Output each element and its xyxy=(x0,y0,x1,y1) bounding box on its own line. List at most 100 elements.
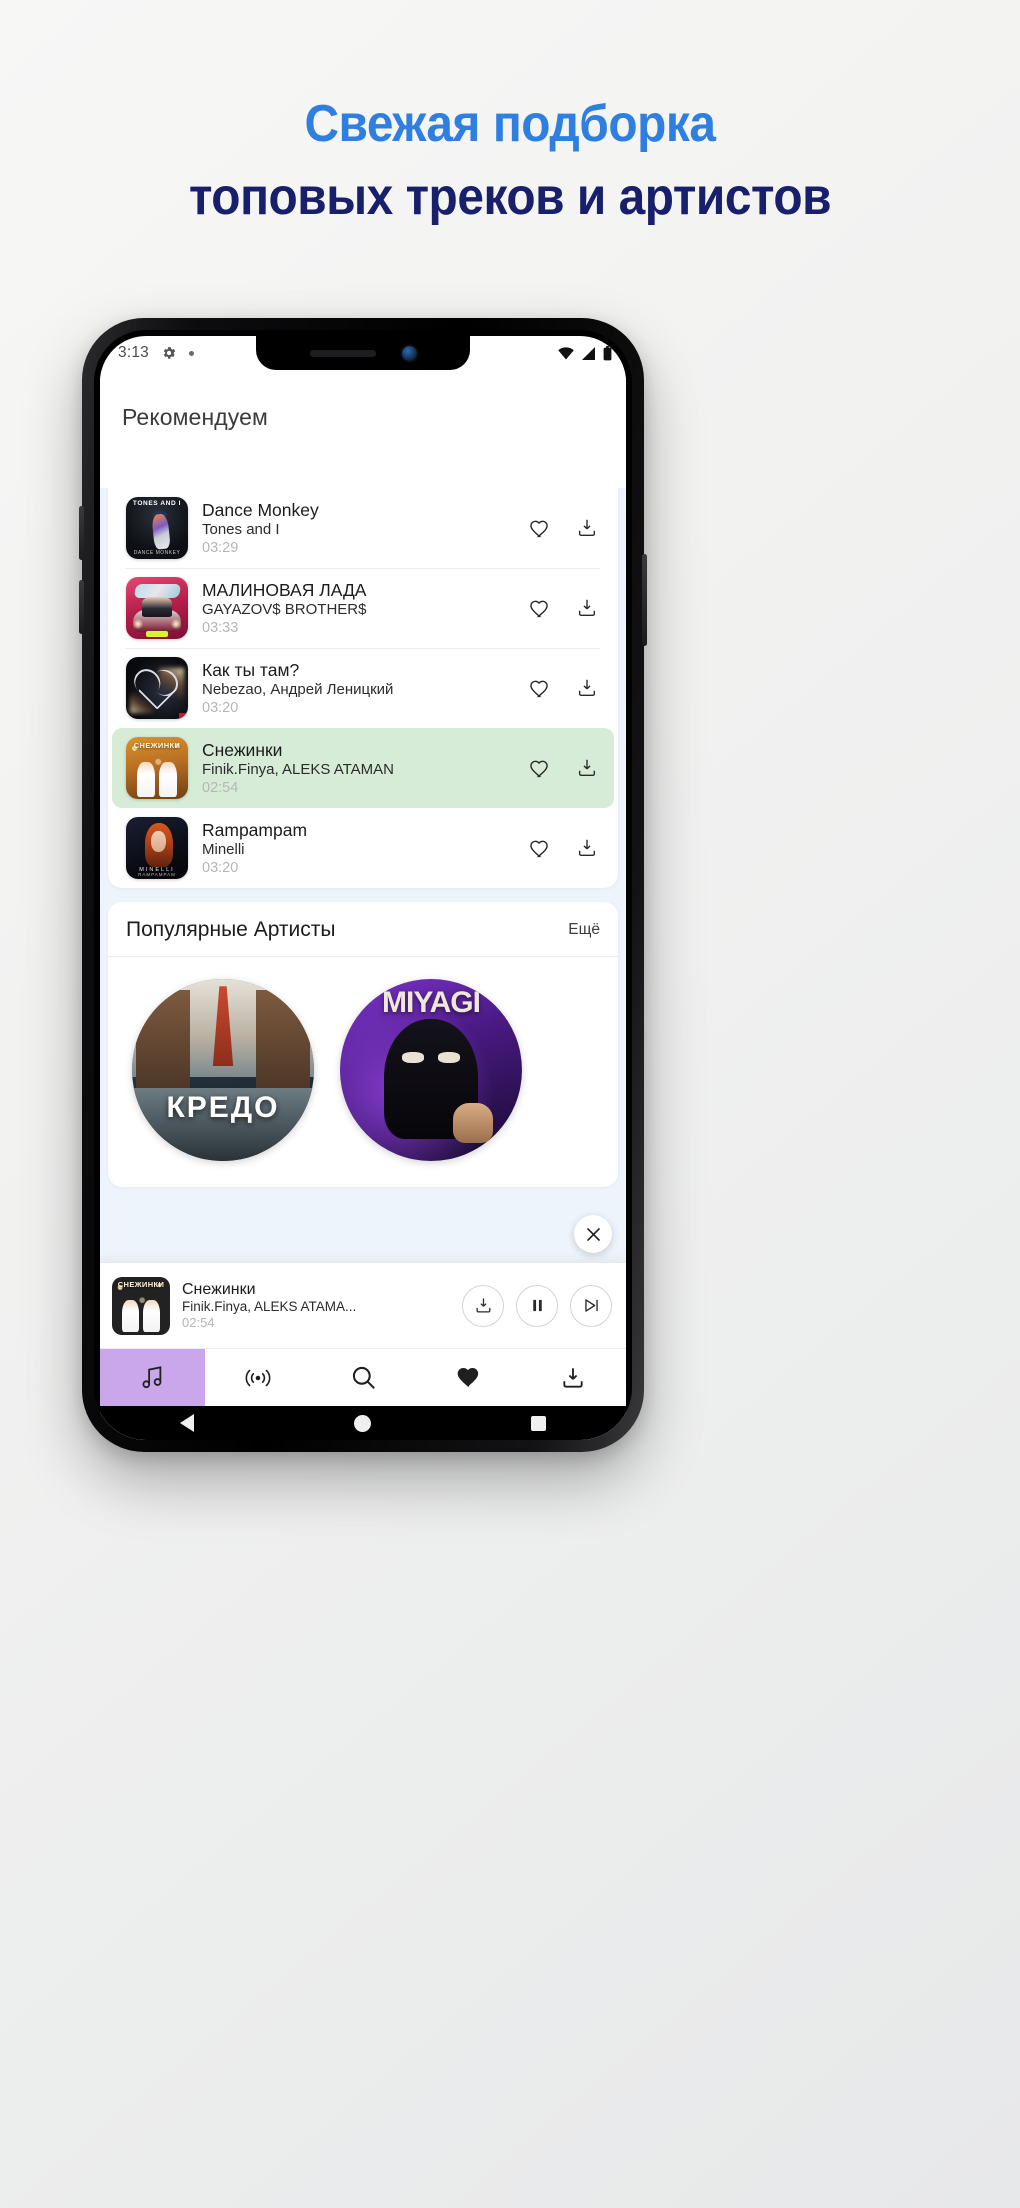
earpiece-speaker xyxy=(309,349,376,357)
track-duration: 03:29 xyxy=(202,540,239,557)
wifi-icon xyxy=(558,346,574,360)
album-cover: MINELLI RAMPAMPAM xyxy=(126,817,188,879)
headline-line-2: топовых треков и артистов xyxy=(188,168,832,227)
android-system-nav[interactable] xyxy=(100,1406,626,1440)
track-meta: Rampampam Minelli 03:20 xyxy=(188,820,516,876)
heart-filled-icon xyxy=(455,1364,482,1391)
track-duration: 03:20 xyxy=(202,700,239,717)
nav-downloads[interactable] xyxy=(521,1349,626,1406)
search-icon xyxy=(350,1364,377,1391)
nav-radio[interactable] xyxy=(205,1349,310,1406)
recents-square-icon[interactable] xyxy=(531,1415,546,1431)
track-duration: 02:54 xyxy=(202,780,239,797)
phone-notch xyxy=(256,336,470,370)
phone-bezel: 3:13 Рекомендуем TONES AND I DANCE MONKE… xyxy=(94,330,632,1440)
heart-outline-icon[interactable] xyxy=(526,755,552,781)
download-icon[interactable] xyxy=(574,595,600,621)
mini-player-meta: Снежинки Finik.Finya, ALEKS ATAMA... 02:… xyxy=(170,1281,454,1331)
back-triangle-icon[interactable] xyxy=(180,1414,194,1432)
nav-music[interactable] xyxy=(100,1349,206,1406)
track-artist: Tones and I xyxy=(202,521,280,539)
heart-outline-icon[interactable] xyxy=(526,675,552,701)
artist-avatar[interactable]: MIYAGI xyxy=(340,979,522,1161)
cover-graphic-people xyxy=(142,596,172,617)
cover-top-text: СНЕЖИНКИ xyxy=(117,1279,165,1289)
heart-outline-icon[interactable] xyxy=(526,595,552,621)
download-icon[interactable] xyxy=(574,755,600,781)
status-bar-right xyxy=(558,345,612,361)
section-title: Популярные Артисты xyxy=(126,918,336,941)
recommended-tracks-card: TONES AND I DANCE MONKEY Dance Monkey To… xyxy=(108,488,618,888)
track-actions xyxy=(516,835,600,861)
download-icon[interactable] xyxy=(574,515,600,541)
track-row[interactable]: МАЛИНОВАЯ ЛАДА GAYAZOV$ BROTHER$ 03:33 xyxy=(112,568,614,648)
artist-art-building-left xyxy=(135,989,191,1096)
cover-graphic-glow-right xyxy=(170,619,181,630)
mini-player-cover: СНЕЖИНКИ xyxy=(112,1276,170,1335)
heart-outline-icon[interactable] xyxy=(526,515,552,541)
cover-top-text: TONES AND I xyxy=(132,500,182,508)
close-icon[interactable] xyxy=(574,1215,612,1253)
track-title: Снежинки xyxy=(202,739,283,760)
phone-mockup: 3:13 Рекомендуем TONES AND I DANCE MONKE… xyxy=(79,318,647,1452)
mini-player[interactable]: СНЕЖИНКИ Снежинки Finik.Finya, ALEKS ATA… xyxy=(100,1215,626,1348)
track-actions xyxy=(516,755,600,781)
track-row[interactable]: Как ты там? Nebezao, Андрей Леницкий 03:… xyxy=(112,648,614,728)
cover-graphic-person-left xyxy=(137,761,155,797)
volume-down-button[interactable] xyxy=(79,580,84,634)
power-button[interactable] xyxy=(642,554,647,646)
cover-bottom-subtext: RAMPAMPAM xyxy=(138,872,176,878)
cover-graphic-corner xyxy=(179,712,188,719)
pause-icon[interactable] xyxy=(516,1284,558,1327)
volume-up-button[interactable] xyxy=(79,506,84,560)
track-title: Как ты там? xyxy=(202,659,300,680)
popular-artists-card: Популярные Артисты Ещё КРЕДО MIYAGI xyxy=(108,902,618,1187)
nav-favorites[interactable] xyxy=(416,1349,521,1406)
track-duration: 03:20 xyxy=(202,860,239,877)
page-title: Рекомендуем xyxy=(122,404,268,430)
music-note-icon xyxy=(139,1364,166,1391)
track-row-active[interactable]: СНЕЖИНКИ Снежинки Finik.Finya, ALEKS ATA… xyxy=(112,728,614,808)
track-row[interactable]: MINELLI RAMPAMPAM Rampampam Minelli 03:2… xyxy=(112,808,614,888)
album-cover: TONES AND I DANCE MONKEY xyxy=(126,497,188,559)
artist-art-building-right xyxy=(255,989,311,1096)
download-icon[interactable] xyxy=(574,675,600,701)
track-meta: Как ты там? Nebezao, Андрей Леницкий 03:… xyxy=(188,660,516,716)
cover-graphic-person-right xyxy=(159,761,177,797)
track-meta: Снежинки Finik.Finya, ALEKS ATAMAN 02:54 xyxy=(188,740,516,796)
cover-top-text: СНЕЖИНКИ xyxy=(133,740,181,750)
cover-bottom-text: DANCE MONKEY xyxy=(133,549,181,556)
dot-indicator xyxy=(188,350,194,356)
front-camera xyxy=(401,345,417,361)
download-icon xyxy=(560,1365,586,1391)
track-meta: Dance Monkey Tones and I 03:29 xyxy=(188,500,516,556)
track-actions xyxy=(516,675,600,701)
home-circle-icon[interactable] xyxy=(354,1414,371,1432)
bottom-navigation[interactable] xyxy=(100,1348,626,1406)
download-icon[interactable] xyxy=(462,1284,504,1327)
download-icon[interactable] xyxy=(574,835,600,861)
cover-graphic-person-left xyxy=(122,1299,139,1333)
cover-graphic-face xyxy=(150,830,166,852)
promo-headline: Свежая подборка топовых треков и артисто… xyxy=(0,94,1020,229)
artist-avatar[interactable]: КРЕДО xyxy=(132,979,314,1161)
track-actions xyxy=(516,595,600,621)
battery-icon xyxy=(603,345,612,361)
next-track-icon[interactable] xyxy=(570,1284,612,1327)
heart-outline-icon[interactable] xyxy=(526,835,552,861)
mini-player-title: Снежинки xyxy=(182,1280,256,1298)
app-header: Рекомендуем xyxy=(100,370,626,447)
nav-search[interactable] xyxy=(310,1349,415,1406)
track-row[interactable]: TONES AND I DANCE MONKEY Dance Monkey To… xyxy=(112,488,614,568)
album-cover xyxy=(126,657,188,719)
artist-art-eyes xyxy=(401,1051,461,1063)
headline-line-1: Свежая подборка xyxy=(304,95,716,153)
track-artist: GAYAZOV$ BROTHER$ xyxy=(202,601,367,619)
artist-art-hand xyxy=(452,1102,493,1143)
show-more-link[interactable]: Ещё xyxy=(568,921,600,939)
mini-player-duration: 02:54 xyxy=(182,1315,215,1331)
track-meta: МАЛИНОВАЯ ЛАДА GAYAZOV$ BROTHER$ 03:33 xyxy=(188,580,516,636)
radio-waves-icon xyxy=(243,1366,273,1390)
popular-artists-list[interactable]: КРЕДО MIYAGI xyxy=(108,957,618,1187)
album-cover: СНЕЖИНКИ xyxy=(126,737,188,799)
